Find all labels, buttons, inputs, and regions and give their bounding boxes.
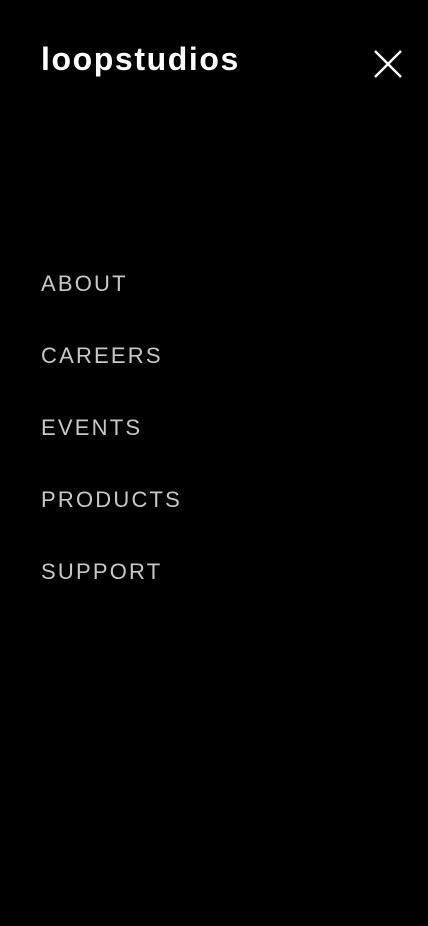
nav-item-careers: CAREERS	[41, 340, 182, 412]
main-nav: ABOUT CAREERS EVENTS PRODUCTS SUPPORT	[41, 268, 182, 628]
nav-link-about[interactable]: ABOUT	[41, 268, 182, 300]
nav-link-support[interactable]: SUPPORT	[41, 556, 182, 588]
close-menu-button[interactable]	[372, 48, 404, 80]
nav-item-about: ABOUT	[41, 268, 182, 340]
brand-logo[interactable]: loopstudios	[41, 40, 240, 78]
nav-item-events: EVENTS	[41, 412, 182, 484]
nav-item-products: PRODUCTS	[41, 484, 182, 556]
nav-link-events[interactable]: EVENTS	[41, 412, 182, 444]
nav-link-careers[interactable]: CAREERS	[41, 340, 182, 372]
close-icon	[374, 50, 402, 78]
nav-item-support: SUPPORT	[41, 556, 182, 628]
nav-link-products[interactable]: PRODUCTS	[41, 484, 182, 516]
